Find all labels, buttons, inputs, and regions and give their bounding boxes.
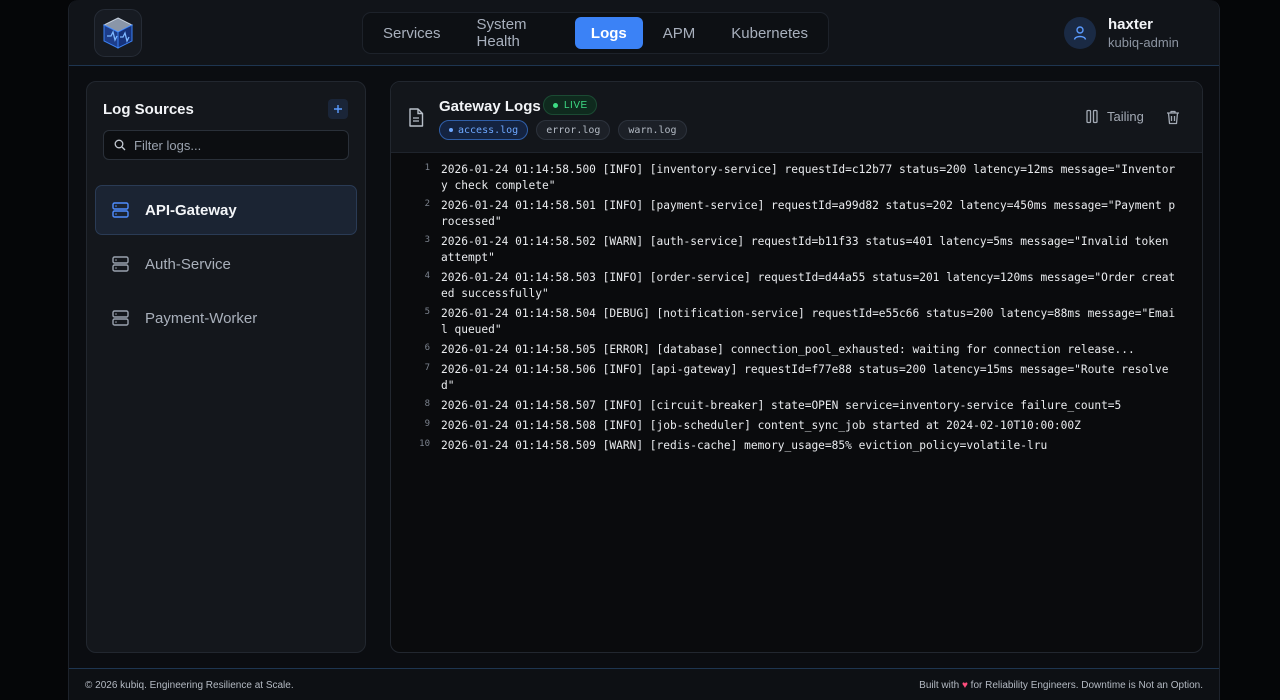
- footer-copyright: © 2026 kubiq. Engineering Resilience at …: [85, 680, 294, 691]
- server-icon: [112, 256, 129, 272]
- log-sources-title: Log Sources: [103, 101, 194, 118]
- tab-apm[interactable]: APM: [647, 17, 712, 49]
- app-logo[interactable]: [94, 9, 142, 57]
- log-line: 3 2026-01-24 01:14:58.502 [WARN] [auth-s…: [391, 234, 1202, 266]
- log-sources-panel: Log Sources API-Gateway: [86, 81, 366, 653]
- line-number: 7: [424, 363, 430, 373]
- sidebar-item-payment-worker[interactable]: Payment-Worker: [95, 293, 357, 343]
- active-dot: [449, 128, 453, 132]
- app-frame: Services System Health Logs APM Kubernet…: [68, 0, 1220, 700]
- sidebar-item-auth-service[interactable]: Auth-Service: [95, 239, 357, 289]
- sidebar-item-label: Auth-Service: [145, 255, 231, 273]
- file-tab-label: warn.log: [628, 124, 677, 136]
- tailing-toggle[interactable]: Tailing: [1085, 109, 1144, 124]
- page-footer: © 2026 kubiq. Engineering Resilience at …: [69, 668, 1219, 700]
- log-text: 2026-01-24 01:14:58.501 [INFO] [payment-…: [441, 199, 1176, 228]
- footer-tagline: Built with ♥ for Reliability Engineers. …: [919, 680, 1203, 691]
- log-line: 8 2026-01-24 01:14:58.507 [INFO] [circui…: [391, 398, 1202, 414]
- log-viewer-title: Gateway Logs: [439, 98, 541, 115]
- footer-tagline-text: for Reliability Engineers. Downtime is N…: [970, 680, 1203, 691]
- tailing-label: Tailing: [1107, 109, 1144, 124]
- log-output: 1 2026-01-24 01:14:58.500 [INFO] [invent…: [391, 162, 1202, 458]
- file-tab-warn-log[interactable]: warn.log: [618, 120, 687, 140]
- user-name: haxter: [1108, 16, 1154, 33]
- log-text: 2026-01-24 01:14:58.506 [INFO] [api-gate…: [441, 363, 1169, 392]
- log-text: 2026-01-24 01:14:58.509 [WARN] [redis-ca…: [441, 439, 1048, 452]
- line-number: 3: [424, 235, 430, 245]
- log-file-tabs: access.log error.log warn.log: [439, 120, 687, 140]
- file-tab-error-log[interactable]: error.log: [536, 120, 611, 140]
- log-source-list: API-Gateway Auth-Service Payment-Worker: [95, 185, 357, 347]
- log-text: 2026-01-24 01:14:58.505 [ERROR] [databas…: [441, 343, 1135, 356]
- log-viewer-header: Gateway Logs LIVE access.log error.log w…: [391, 82, 1202, 153]
- log-line: 10 2026-01-24 01:14:58.509 [WARN] [redis…: [391, 438, 1202, 454]
- log-text: 2026-01-24 01:14:58.508 [INFO] [job-sche…: [441, 419, 1081, 432]
- log-line: 7 2026-01-24 01:14:58.506 [INFO] [api-ga…: [391, 362, 1202, 394]
- line-number: 10: [419, 439, 430, 449]
- sidebar-item-label: API-Gateway: [145, 201, 237, 219]
- line-number: 9: [424, 419, 430, 429]
- log-text: 2026-01-24 01:14:58.502 [WARN] [auth-ser…: [441, 235, 1176, 264]
- filter-logs-input[interactable]: [134, 137, 334, 153]
- log-line: 2 2026-01-24 01:14:58.501 [INFO] [paymen…: [391, 198, 1202, 230]
- main-nav: Services System Health Logs APM Kubernet…: [362, 12, 829, 54]
- footer-built-with: Built with: [919, 680, 960, 691]
- log-text: 2026-01-24 01:14:58.504 [DEBUG] [notific…: [441, 307, 1176, 336]
- log-text: 2026-01-24 01:14:58.500 [INFO] [inventor…: [441, 163, 1176, 192]
- log-line: 6 2026-01-24 01:14:58.505 [ERROR] [datab…: [391, 342, 1202, 358]
- log-line: 1 2026-01-24 01:14:58.500 [INFO] [invent…: [391, 162, 1202, 194]
- document-icon: [409, 108, 424, 127]
- tab-system-health[interactable]: System Health: [461, 16, 571, 50]
- search-icon: [114, 139, 126, 151]
- add-source-button[interactable]: [328, 99, 348, 119]
- user-role: kubiq-admin: [1108, 35, 1179, 50]
- server-icon: [112, 202, 129, 218]
- tab-services[interactable]: Services: [367, 17, 457, 49]
- line-number: 1: [424, 163, 430, 173]
- log-viewer-panel: Gateway Logs LIVE access.log error.log w…: [390, 81, 1203, 653]
- line-number: 5: [424, 307, 430, 317]
- trash-icon[interactable]: [1165, 109, 1181, 125]
- file-tab-access-log[interactable]: access.log: [439, 120, 529, 140]
- log-line: 5 2026-01-24 01:14:58.504 [DEBUG] [notif…: [391, 306, 1202, 338]
- line-number: 2: [424, 199, 430, 209]
- live-label: LIVE: [564, 99, 588, 111]
- sidebar-item-api-gateway[interactable]: API-Gateway: [95, 185, 357, 235]
- filter-search-box: [103, 130, 349, 160]
- log-line: 9 2026-01-24 01:14:58.508 [INFO] [job-sc…: [391, 418, 1202, 434]
- log-line: 4 2026-01-24 01:14:58.503 [INFO] [order-…: [391, 270, 1202, 302]
- log-text: 2026-01-24 01:14:58.507 [INFO] [circuit-…: [441, 399, 1122, 412]
- live-badge: LIVE: [543, 95, 597, 115]
- pause-icon: [1086, 109, 1098, 124]
- file-tab-label: access.log: [458, 124, 519, 136]
- file-tab-label: error.log: [546, 124, 601, 136]
- line-number: 8: [424, 399, 430, 409]
- sidebar-item-label: Payment-Worker: [145, 309, 258, 327]
- line-number: 6: [424, 343, 430, 353]
- top-header: Services System Health Logs APM Kubernet…: [69, 0, 1219, 66]
- heart-icon: ♥: [961, 680, 968, 691]
- line-number: 4: [424, 271, 430, 281]
- log-text: 2026-01-24 01:14:58.503 [INFO] [order-se…: [441, 271, 1176, 300]
- avatar[interactable]: [1064, 17, 1096, 49]
- cube-logo-icon: [102, 17, 134, 49]
- server-icon: [112, 310, 129, 326]
- user-icon: [1073, 26, 1087, 40]
- tab-kubernetes[interactable]: Kubernetes: [715, 17, 824, 49]
- live-dot: [553, 102, 558, 108]
- user-menu[interactable]: haxter kubiq-admin: [1064, 16, 1179, 50]
- tab-logs[interactable]: Logs: [574, 17, 643, 49]
- plus-icon: [334, 105, 342, 113]
